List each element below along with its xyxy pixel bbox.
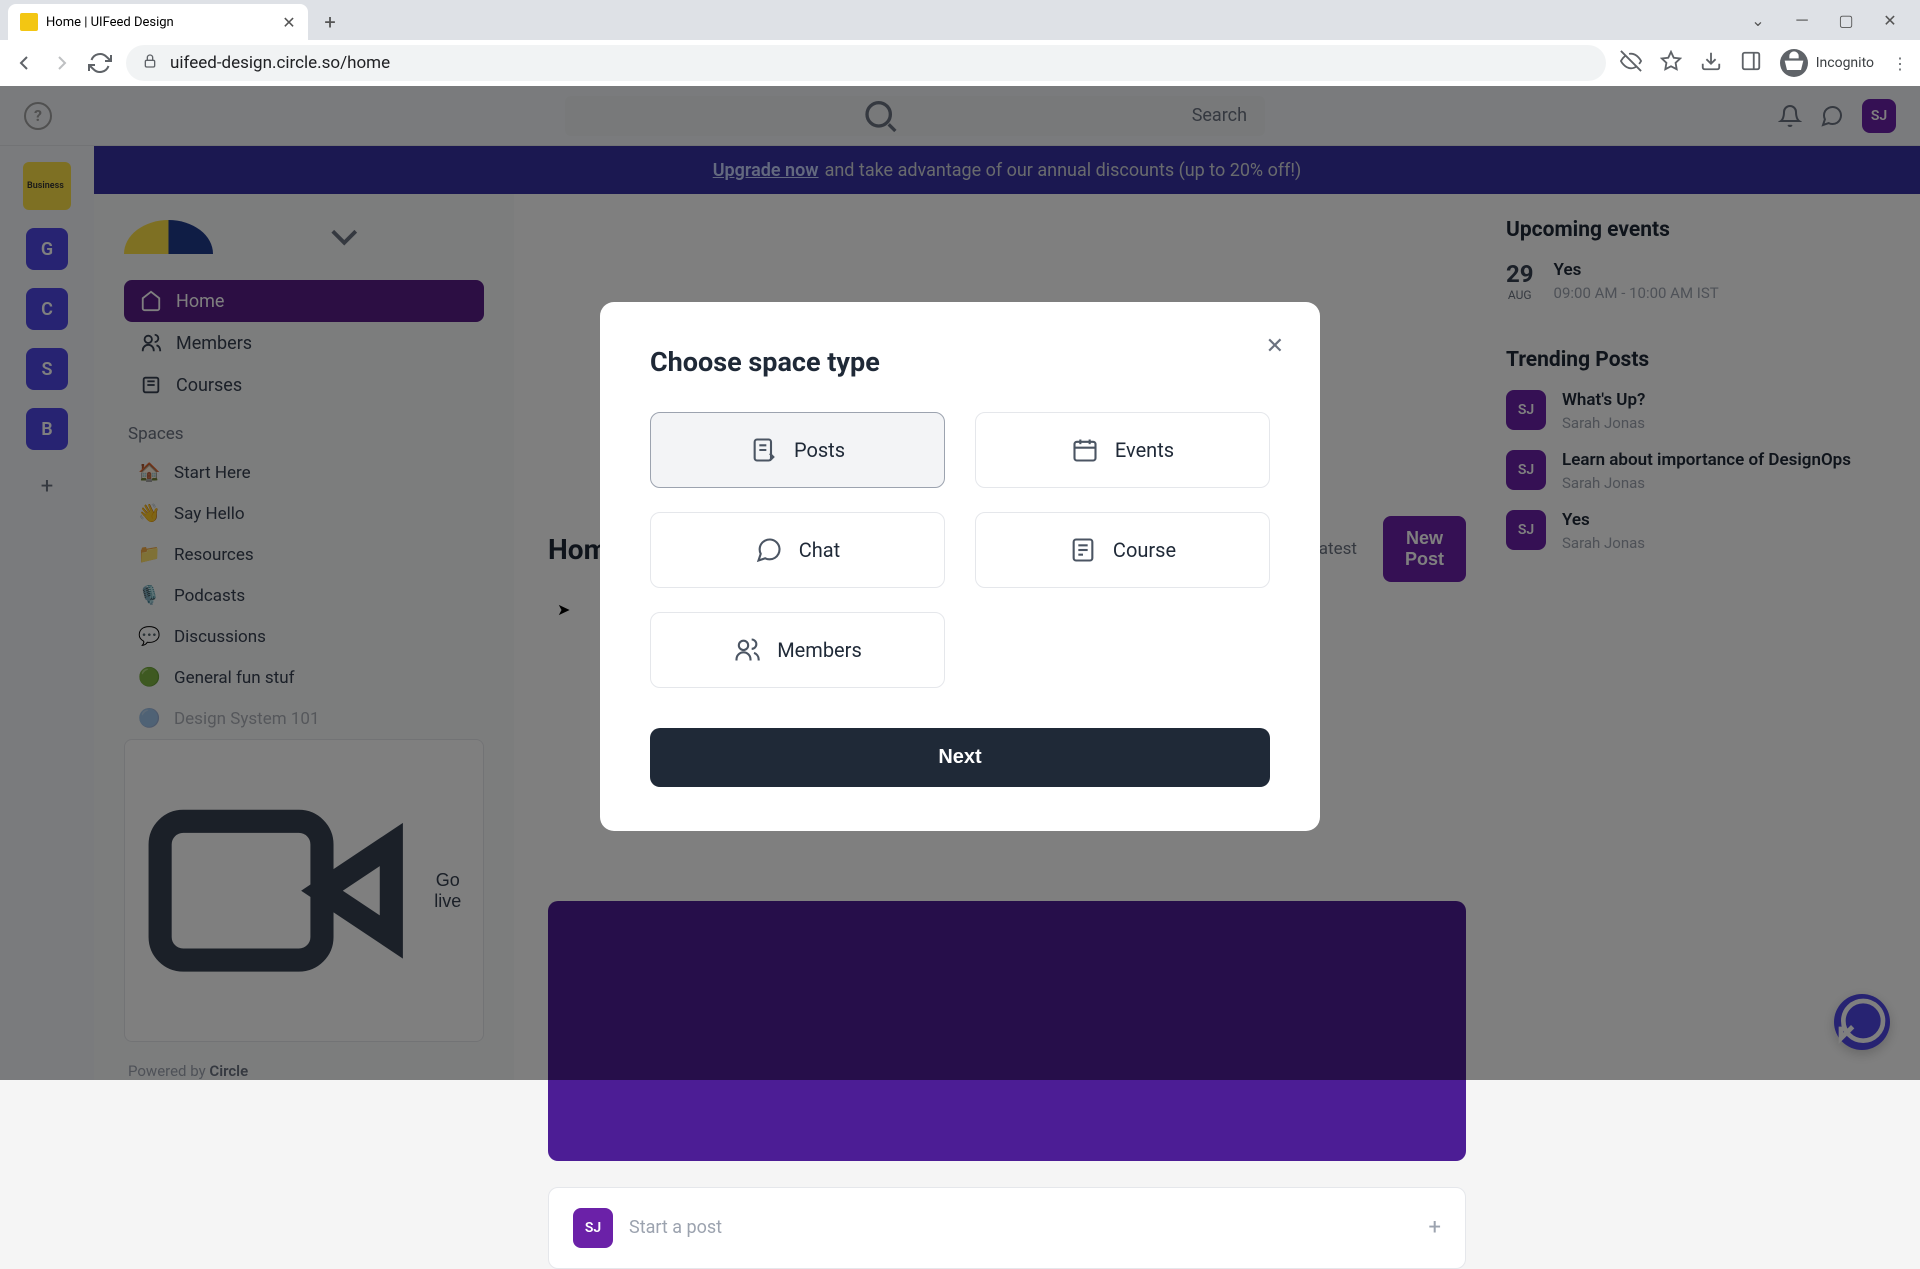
type-label: Course bbox=[1113, 538, 1176, 562]
chat-icon bbox=[755, 536, 783, 564]
url-text: uifeed-design.circle.so/home bbox=[170, 53, 390, 73]
chevron-down-icon[interactable]: ⌄ bbox=[1748, 10, 1768, 30]
space-type-chat[interactable]: Chat bbox=[650, 512, 945, 588]
next-button[interactable]: Next bbox=[650, 728, 1270, 787]
star-icon[interactable] bbox=[1660, 50, 1682, 76]
window-controls: ⌄ ─ ▢ ✕ bbox=[1748, 10, 1920, 30]
space-type-events[interactable]: Events bbox=[975, 412, 1270, 488]
browser-right-icons: Incognito ⋮ bbox=[1620, 49, 1908, 77]
space-type-members[interactable]: Members bbox=[650, 612, 945, 688]
modal-title: Choose space type bbox=[650, 346, 1270, 378]
url-box[interactable]: uifeed-design.circle.so/home bbox=[126, 45, 1606, 81]
address-bar: uifeed-design.circle.so/home Incognito ⋮ bbox=[0, 40, 1920, 86]
download-icon[interactable] bbox=[1700, 50, 1722, 76]
favicon bbox=[20, 13, 38, 31]
members-icon bbox=[733, 636, 761, 664]
choose-space-type-modal: Choose space type ✕ Posts Events Chat Co bbox=[600, 302, 1320, 831]
modal-overlay[interactable]: Choose space type ✕ Posts Events Chat Co bbox=[0, 86, 1920, 1080]
minimize-icon[interactable]: ─ bbox=[1792, 10, 1812, 30]
tab-bar: Home | UIFeed Design ✕ + ⌄ ─ ▢ ✕ bbox=[0, 0, 1920, 40]
user-avatar: SJ bbox=[573, 1208, 613, 1248]
eye-off-icon[interactable] bbox=[1620, 50, 1642, 76]
events-icon bbox=[1071, 436, 1099, 464]
menu-icon[interactable]: ⋮ bbox=[1892, 54, 1908, 73]
plus-icon[interactable]: + bbox=[1429, 1215, 1441, 1240]
start-post-box[interactable]: SJ Start a post + bbox=[548, 1187, 1466, 1269]
course-icon bbox=[1069, 536, 1097, 564]
browser-chrome: Home | UIFeed Design ✕ + ⌄ ─ ▢ ✕ uifeed-… bbox=[0, 0, 1920, 86]
incognito-icon bbox=[1780, 49, 1808, 77]
type-label: Members bbox=[777, 638, 862, 662]
modal-close-icon[interactable]: ✕ bbox=[1266, 334, 1284, 359]
app: ? Search SJ Business G C S B + Upgrade n… bbox=[0, 86, 1920, 1080]
tab-close-icon[interactable]: ✕ bbox=[282, 15, 296, 29]
close-window-icon[interactable]: ✕ bbox=[1880, 10, 1900, 30]
forward-icon[interactable] bbox=[50, 51, 74, 75]
lock-icon bbox=[142, 53, 158, 74]
back-icon[interactable] bbox=[12, 51, 36, 75]
start-post-placeholder: Start a post bbox=[629, 1217, 722, 1238]
type-label: Events bbox=[1115, 438, 1174, 462]
posts-icon bbox=[750, 436, 778, 464]
type-label: Posts bbox=[794, 438, 845, 462]
browser-tab[interactable]: Home | UIFeed Design ✕ bbox=[8, 4, 308, 40]
panel-icon[interactable] bbox=[1740, 50, 1762, 76]
type-label: Chat bbox=[799, 538, 840, 562]
space-type-posts[interactable]: Posts bbox=[650, 412, 945, 488]
tab-title: Home | UIFeed Design bbox=[46, 15, 174, 30]
maximize-icon[interactable]: ▢ bbox=[1836, 10, 1856, 30]
reload-icon[interactable] bbox=[88, 51, 112, 75]
incognito-badge[interactable]: Incognito bbox=[1780, 49, 1874, 77]
incognito-label: Incognito bbox=[1816, 55, 1874, 71]
new-tab-button[interactable]: + bbox=[316, 8, 344, 36]
space-type-course[interactable]: Course bbox=[975, 512, 1270, 588]
